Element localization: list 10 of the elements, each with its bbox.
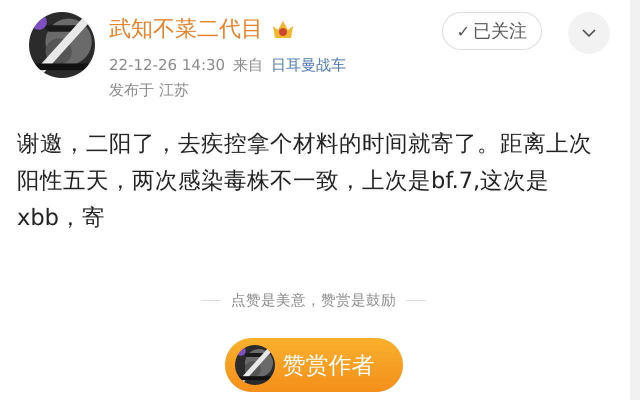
post-text: 谢邀，二阳了，去疾控拿个材料的时间就寄了。距离上次阳性五天，两次感染毒株不一致，上次是bf.7,这次是xbb，寄 [17, 130, 593, 233]
chevron-down-icon [582, 28, 596, 38]
source-prefix: 来自 [233, 56, 264, 75]
post-time: 22-12-26 14:30 [109, 56, 226, 75]
reward-caption: 点赞是美意，赞赏是鼓励 [231, 292, 396, 310]
post-location: 发布于 江苏 [109, 81, 190, 100]
following-button[interactable]: ✓ 已关注 [442, 12, 542, 50]
more-button[interactable] [568, 12, 610, 54]
author-name[interactable]: 武知不菜二代目 [109, 14, 263, 44]
source-link[interactable]: 日耳曼战车 [271, 56, 346, 75]
